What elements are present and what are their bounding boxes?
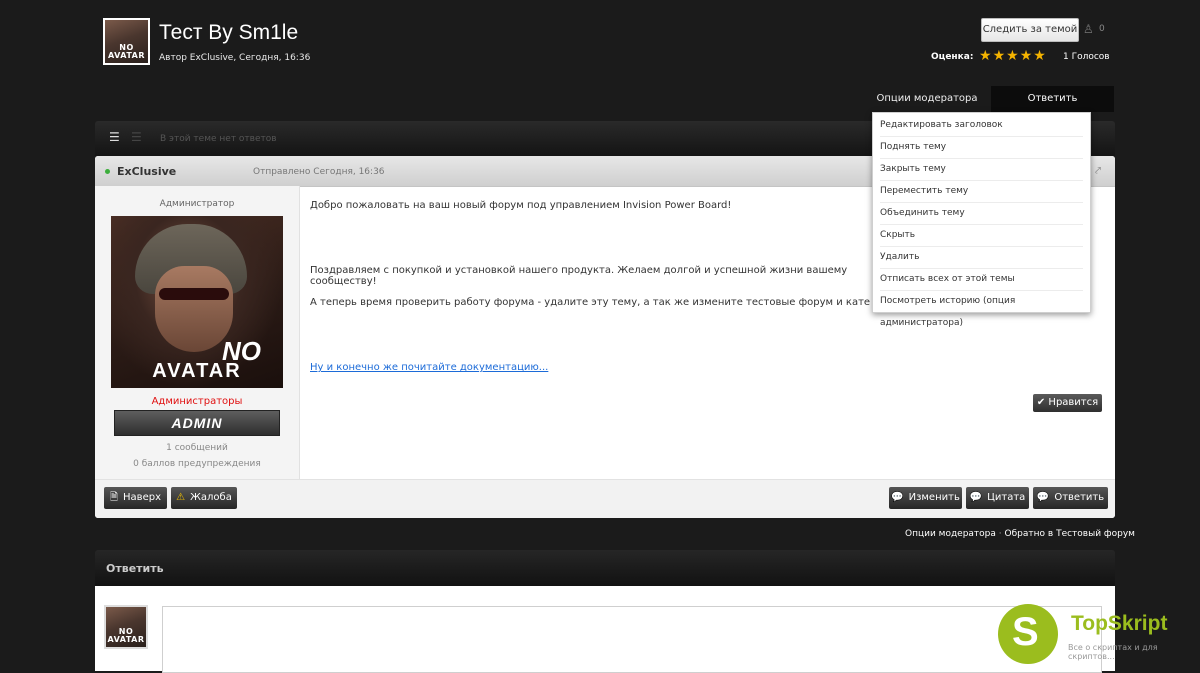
reply-section-title: Ответить <box>106 562 164 575</box>
no-replies-text: В этой теме нет ответов <box>160 134 277 144</box>
follow-topic-button[interactable]: Следить за темой <box>981 18 1079 42</box>
reply-section-body: NO AVATAR <box>95 586 1115 673</box>
quote-label: Цитата <box>987 492 1026 503</box>
rating-label: Оценка: <box>931 52 974 62</box>
post-paragraph: Поздравляем с покупкой и установкой наше… <box>310 265 848 287</box>
menu-item-view-history[interactable]: Посмотреть историю (опция администратора… <box>880 290 1083 328</box>
page-title: Тест By Sm1le <box>159 21 299 44</box>
author-group: Администраторы <box>151 396 243 407</box>
document-icon: 🗎 <box>109 492 119 503</box>
edit-button[interactable]: 💬 Изменить <box>889 487 962 509</box>
menu-item-delete[interactable]: Удалить <box>880 246 1083 269</box>
star-icon[interactable]: ★ <box>1020 49 1033 63</box>
edit-label: Изменить <box>908 492 960 503</box>
moderator-options-dropdown: Редактировать заголовок Поднять тему Зак… <box>872 112 1091 328</box>
bottom-mod-options-link[interactable]: Опции модератора <box>905 529 996 539</box>
link-separator: · <box>998 529 1002 539</box>
avatar-placeholder-text: NO AVATAR <box>107 43 146 60</box>
author-post-count: 1 сообщений <box>166 443 228 453</box>
reply-editor[interactable] <box>162 606 1102 673</box>
tree-view-icon[interactable]: ☰ <box>131 130 142 144</box>
avatar-placeholder-text: NO AVATAR <box>107 627 145 644</box>
back-to-top-label: Наверх <box>123 492 161 503</box>
menu-item-bump-topic[interactable]: Поднять тему <box>880 136 1083 159</box>
author-avatar[interactable]: NO AVATAR <box>111 216 283 388</box>
bottom-links: Опции модератора · Обратно в Тестовый фо… <box>905 529 1135 539</box>
speech-bubble-icon: 💬 <box>891 492 904 503</box>
topic-meta: Автор ExClusive, Сегодня, 16:36 <box>159 53 311 63</box>
watermark-tagline: Все о скриптах и для скриптов... <box>1068 643 1158 661</box>
share-icon[interactable]: ⤤ <box>1095 164 1101 178</box>
reply-label: Ответить <box>1054 492 1105 503</box>
post-footer: 🗎 Наверх ⚠ Жалоба 💬 Изменить 💬 Цитата 💬 … <box>95 479 1115 518</box>
author-warn-points: 0 баллов предупреждения <box>133 459 261 469</box>
speech-bubble-icon: 💬 <box>1036 492 1050 503</box>
menu-item-hide[interactable]: Скрыть <box>880 224 1083 247</box>
checkmark-icon: ✔ <box>1036 397 1046 408</box>
reply-section-header: Ответить <box>95 550 1115 586</box>
report-label: Жалоба <box>190 492 232 503</box>
topic-author-avatar[interactable]: NO AVATAR <box>103 18 150 65</box>
votes-count: 1 Голосов <box>1063 52 1110 62</box>
watermark-name: TopSkript <box>1071 612 1168 635</box>
star-icon[interactable]: ★ <box>979 49 992 63</box>
avatar-word-text: AVATAR <box>152 360 242 382</box>
star-icon[interactable]: ★ <box>993 49 1006 63</box>
menu-item-move-topic[interactable]: Переместить тему <box>880 180 1083 203</box>
avatar-glasses-shape <box>159 288 229 300</box>
speech-bubble-icon: 💬 <box>969 492 983 503</box>
followers-count: 0 <box>1099 24 1105 34</box>
like-button[interactable]: ✔ Нравится <box>1033 394 1102 412</box>
reply-user-avatar: NO AVATAR <box>104 605 148 649</box>
tab-moderator-options[interactable]: Опции модератора <box>872 93 982 104</box>
admin-badge: ADMIN <box>114 410 280 436</box>
posted-date: Отправлено Сегодня, 16:36 <box>253 167 385 177</box>
like-button-label: Нравится <box>1048 397 1099 408</box>
warning-icon: ⚠ <box>176 492 186 503</box>
watermark-logo-icon: S <box>998 604 1058 664</box>
quote-button[interactable]: 💬 Цитата <box>966 487 1029 509</box>
reply-button[interactable]: 💬 Ответить <box>1033 487 1108 509</box>
rating-stars[interactable]: ★ ★ ★ ★ ★ <box>979 49 1046 63</box>
back-to-forum-link[interactable]: Обратно в Тестовый форум <box>1005 529 1135 539</box>
report-button[interactable]: ⚠ Жалоба <box>171 487 237 509</box>
post-paragraph: Добро пожаловать на ваш новый форум под … <box>310 200 732 211</box>
menu-item-edit-title[interactable]: Редактировать заголовок <box>880 114 1083 137</box>
tab-reply[interactable]: Ответить <box>991 86 1114 112</box>
followers-icon[interactable]: ♙ <box>1083 22 1094 36</box>
watermark-letter: S <box>1012 610 1039 654</box>
documentation-link[interactable]: Ну и конечно же почитайте документацию..… <box>310 362 548 373</box>
online-status-icon <box>105 169 110 174</box>
author-column: Администратор NO AVATAR Администраторы A… <box>95 186 300 479</box>
post-paragraph: А теперь время проверить работу форума -… <box>310 297 870 308</box>
list-view-icon[interactable]: ☰ <box>109 130 120 144</box>
post-author-name[interactable]: ExClusive <box>117 165 176 178</box>
star-icon[interactable]: ★ <box>1006 49 1019 63</box>
author-role: Администратор <box>159 199 235 209</box>
menu-item-unsubscribe-all[interactable]: Отписать всех от этой темы <box>880 268 1083 291</box>
menu-item-close-topic[interactable]: Закрыть тему <box>880 158 1083 181</box>
star-icon[interactable]: ★ <box>1033 49 1046 63</box>
menu-item-merge-topic[interactable]: Объединить тему <box>880 202 1083 225</box>
back-to-top-button[interactable]: 🗎 Наверх <box>104 487 167 509</box>
